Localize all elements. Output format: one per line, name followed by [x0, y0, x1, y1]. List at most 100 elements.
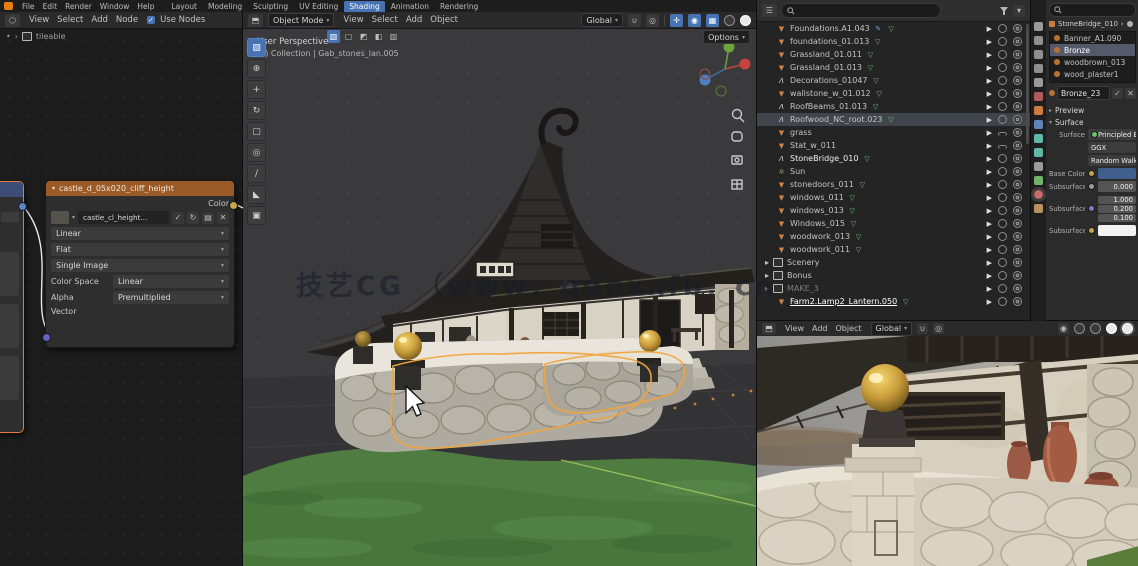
properties-tab-modifiers[interactable]: [1034, 120, 1043, 129]
hide-eye-toggle[interactable]: [998, 167, 1007, 176]
render-visibility-toggle[interactable]: [1013, 128, 1022, 137]
hide-eye-toggle[interactable]: [998, 132, 1007, 136]
shading-solid-button[interactable]: [724, 14, 735, 26]
selectable-icon[interactable]: ▶: [987, 51, 992, 59]
properties-tab-object[interactable]: [1034, 106, 1043, 115]
hide-eye-toggle[interactable]: [998, 271, 1007, 280]
hide-eye-toggle[interactable]: [998, 50, 1007, 59]
outliner-row[interactable]: ▼ foundations_01.013 ▽ ▶: [757, 35, 1030, 48]
disclosure-icon[interactable]: ▸: [765, 271, 769, 280]
rv-orientation-dropdown[interactable]: Global ▾: [870, 321, 913, 336]
shading-wireframe-button[interactable]: [1074, 323, 1085, 334]
render-view-menu-add[interactable]: Add: [808, 323, 832, 334]
hide-eye-toggle[interactable]: [998, 193, 1007, 202]
selectable-icon[interactable]: ▶: [987, 233, 992, 241]
image-name-field[interactable]: castle_cl_height...: [78, 211, 169, 224]
tool-cursor[interactable]: ⊕: [247, 59, 266, 78]
outliner-row[interactable]: ▼ stonedoors_011 ▽ ▶: [757, 178, 1030, 191]
render-visibility-toggle[interactable]: [1013, 141, 1022, 150]
fake-user-button[interactable]: ✓: [1112, 87, 1123, 99]
outliner-display-options[interactable]: ▾: [1013, 4, 1025, 17]
rendered-scene[interactable]: [757, 336, 1138, 566]
material-slot[interactable]: Bronze: [1050, 44, 1135, 56]
render-visibility-toggle[interactable]: [1013, 102, 1022, 111]
shading-material-button[interactable]: [1106, 323, 1117, 334]
shader-menu-add[interactable]: Add: [87, 14, 111, 26]
shader-dropdown[interactable]: Principled BSDF: [1088, 129, 1136, 140]
workspace-tab-modeling[interactable]: Modeling: [203, 1, 247, 12]
base-color-field[interactable]: [1098, 168, 1136, 179]
proportional-edit-icon[interactable]: ◎: [646, 13, 659, 27]
selectable-icon[interactable]: ▶: [987, 116, 992, 124]
properties-tab-object-data[interactable]: [1034, 176, 1043, 185]
hide-eye-toggle[interactable]: [998, 297, 1007, 306]
material-name-field[interactable]: Bronze_23: [1057, 86, 1110, 100]
disclosure-icon[interactable]: ▸: [765, 284, 769, 293]
show-overlays-toggle[interactable]: ◉: [688, 13, 701, 27]
outliner-row[interactable]: Λ StoneBridge_010 ▽ ▶: [757, 152, 1030, 165]
shading-material-button[interactable]: [740, 14, 751, 26]
outliner-row[interactable]: ▸ Bonus ▶: [757, 269, 1030, 282]
hide-eye-toggle[interactable]: [998, 219, 1007, 228]
render-visibility-toggle[interactable]: [1013, 180, 1022, 189]
outliner-row[interactable]: ☼ Sun ▶: [757, 165, 1030, 178]
render-visibility-toggle[interactable]: [1013, 115, 1022, 124]
source-dropdown[interactable]: Single Image ▾: [51, 259, 229, 272]
image-node-header[interactable]: ▾ castle_d_05x020_cliff_height: [46, 181, 234, 196]
overlays-toggle[interactable]: ◉: [1058, 323, 1069, 334]
viewport-menu-object[interactable]: Object: [426, 14, 462, 26]
mode-dropdown[interactable]: Object Mode ▾: [268, 13, 335, 27]
properties-tab-texture[interactable]: [1034, 204, 1043, 213]
selectable-icon[interactable]: ▶: [987, 129, 992, 137]
render-visibility-toggle[interactable]: [1013, 232, 1022, 241]
mapping-node[interactable]: ▾Mapping: [0, 181, 27, 433]
render-visibility-toggle[interactable]: [1013, 271, 1022, 280]
xray-toggle[interactable]: ▦: [706, 13, 719, 27]
workspace-tab-uv-editing[interactable]: UV Editing: [294, 1, 343, 12]
shader-menu-node[interactable]: Node: [112, 14, 142, 26]
viewport-3d[interactable]: ⬒ Object Mode ▾ View Select Add Object Globa…: [243, 12, 756, 566]
properties-tab-view-layer[interactable]: [1034, 64, 1043, 73]
workspace-tab-shading[interactable]: Shading: [344, 0, 385, 12]
selectable-icon[interactable]: ▶: [987, 168, 992, 176]
selectable-icon[interactable]: ▶: [987, 103, 992, 111]
filter-funnel-icon[interactable]: [999, 6, 1009, 16]
proportional-edit-icon[interactable]: ◎: [933, 323, 945, 334]
outliner-row[interactable]: ▼ Farm2.Lamp2_Lantern.050 ▽ ▶: [757, 295, 1030, 308]
selectable-icon[interactable]: ▶: [987, 272, 992, 280]
render-visibility-toggle[interactable]: [1013, 167, 1022, 176]
mapping-output-socket[interactable]: [18, 202, 27, 211]
tool-measure[interactable]: ◣: [247, 185, 266, 204]
render-visibility-toggle[interactable]: [1013, 24, 1022, 33]
hide-eye-toggle[interactable]: [998, 145, 1007, 149]
properties-tab-render[interactable]: [1034, 36, 1043, 45]
properties-tab-output[interactable]: [1034, 50, 1043, 59]
distribution-dropdown[interactable]: GGX: [1088, 142, 1136, 153]
render-visibility-toggle[interactable]: [1013, 63, 1022, 72]
render-visibility-toggle[interactable]: [1013, 37, 1022, 46]
render-visibility-toggle[interactable]: [1013, 258, 1022, 267]
properties-search-input[interactable]: [1049, 3, 1136, 17]
properties-tab-tool[interactable]: [1034, 22, 1043, 31]
selectable-icon[interactable]: ▶: [987, 298, 992, 306]
snap-magnet-icon[interactable]: ∪: [628, 13, 641, 27]
hide-eye-toggle[interactable]: [998, 37, 1007, 46]
properties-tab-material[interactable]: [1031, 187, 1046, 202]
render-visibility-toggle[interactable]: [1013, 284, 1022, 293]
selectable-icon[interactable]: ▶: [987, 194, 992, 202]
outliner-row[interactable]: Λ Roofwood_NC_root.023 ▽ ▶: [757, 113, 1030, 126]
tool-scale[interactable]: ▢: [247, 122, 266, 141]
tool-rotate[interactable]: ↻: [247, 101, 266, 120]
subsurface-value[interactable]: 0.000: [1098, 181, 1136, 192]
workspace-tab-animation[interactable]: Animation: [386, 1, 434, 12]
properties-tab-world[interactable]: [1034, 92, 1043, 101]
material-slot[interactable]: wood_plaster1: [1050, 68, 1135, 80]
outliner-row[interactable]: ▼ Grassland_01.011 ▽ ▶: [757, 48, 1030, 61]
mapping-node-header[interactable]: ▾Mapping: [0, 182, 23, 197]
selectable-icon[interactable]: ▶: [987, 207, 992, 215]
color-output-socket[interactable]: [229, 201, 238, 210]
viewport-menu-select[interactable]: Select: [368, 14, 402, 26]
selectable-icon[interactable]: ▶: [987, 181, 992, 189]
viewport-menu-view[interactable]: View: [339, 14, 367, 26]
show-gizmo-toggle[interactable]: ✛: [670, 13, 683, 27]
